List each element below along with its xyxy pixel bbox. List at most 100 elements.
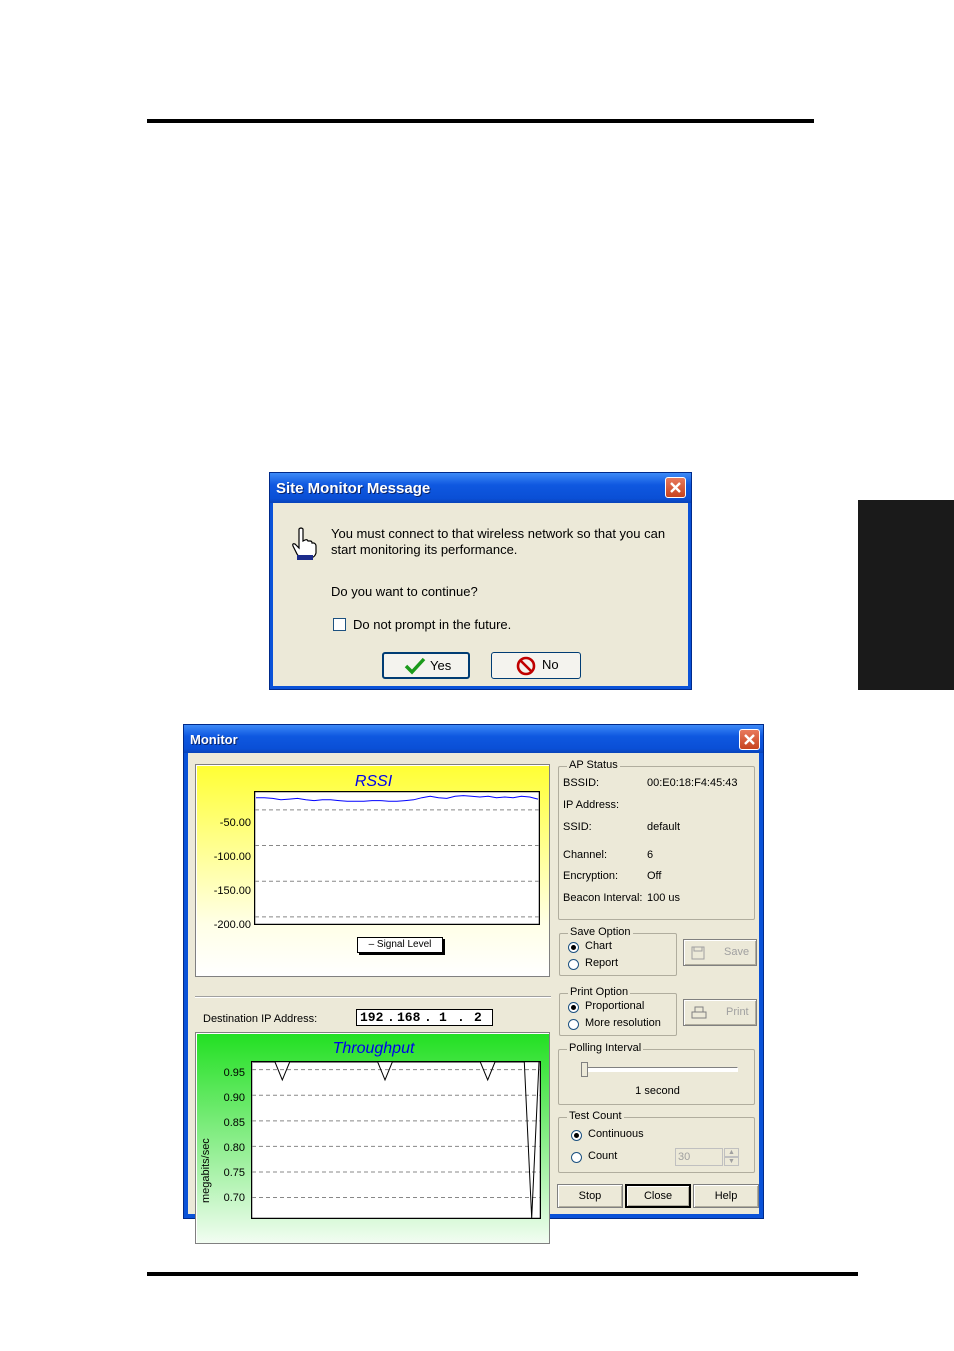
throughput-tick-label: 0.85 (223, 1117, 245, 1129)
save-button-label: Save (724, 946, 750, 958)
do-not-prompt-checkbox[interactable] (333, 618, 346, 631)
message-line-1: You must connect to that wireless networ… (331, 526, 666, 541)
rssi-chart-panel: RSSI -50.00 -100.00 -150.00 -200.00 – Si… (195, 764, 550, 977)
ip-octet-1: 192 (360, 1010, 384, 1025)
divider (195, 996, 551, 998)
monitor-title: Monitor (190, 732, 238, 747)
checkmark-icon (404, 657, 426, 675)
do-not-prompt-label[interactable]: Do not prompt in the future. (353, 617, 511, 632)
beacon-interval-value: 100 us (647, 892, 681, 904)
rssi-title: RSSI (354, 773, 393, 790)
print-button[interactable]: Print (683, 999, 757, 1026)
close-button[interactable]: Close (625, 1184, 691, 1208)
throughput-tick-label: 0.70 (223, 1192, 245, 1204)
ip-octet-2: 168 (397, 1010, 421, 1025)
throughput-plot-area (251, 1061, 541, 1219)
throughput-title: Throughput (332, 1040, 415, 1057)
monitor-titlebar: Monitor (184, 725, 763, 753)
throughput-tick-label: 0.80 (223, 1142, 245, 1154)
count-spin-down-icon[interactable]: ▼ (724, 1157, 739, 1166)
print-proportional-label[interactable]: Proportional (585, 1000, 644, 1012)
count-radio[interactable] (571, 1152, 582, 1163)
test-count-label: Test Count (567, 1110, 624, 1122)
encryption-value: Off (647, 870, 662, 882)
ssid-value: default (647, 821, 681, 833)
save-chart-label[interactable]: Chart (585, 940, 612, 952)
monitor-window: Monitor RSSI -50.00 -100.00 -150.00 -200… (183, 724, 764, 1244)
monitor-close-icon-button[interactable] (739, 729, 760, 750)
close-icon (744, 734, 755, 745)
ip-octet-3: 1 (439, 1010, 447, 1025)
dialog-titlebar: Site Monitor Message (270, 473, 691, 503)
polling-slider-track[interactable] (582, 1067, 738, 1072)
chapter-side-tab (858, 500, 954, 690)
ip-octet-4: 2 (474, 1010, 482, 1025)
site-monitor-message-dialog: Site Monitor Message You must connect to… (269, 472, 692, 690)
message-line-2: start monitoring its performance. (331, 542, 518, 557)
polling-slider-thumb[interactable] (581, 1062, 588, 1077)
no-label: No (542, 657, 559, 672)
continuous-radio[interactable] (571, 1130, 582, 1141)
count-input[interactable]: 30 (675, 1148, 723, 1166)
encryption-label: Encryption: (563, 870, 619, 882)
stop-button[interactable]: Stop (557, 1184, 623, 1208)
print-proportional-radio[interactable] (568, 1002, 579, 1013)
yes-label: Yes (430, 658, 452, 673)
save-option-group: Save Option Chart Report (559, 926, 677, 976)
polling-interval-value: 1 second (635, 1085, 680, 1097)
printer-icon (691, 1006, 707, 1019)
save-chart-radio[interactable] (568, 942, 579, 953)
rssi-tick-label: -200.00 (213, 919, 251, 931)
dialog-close-button[interactable] (665, 477, 686, 498)
top-rule (147, 119, 814, 123)
monitor-body: RSSI -50.00 -100.00 -150.00 -200.00 – Si… (188, 753, 759, 1244)
throughput-chart-panel: Throughput megabits/sec 0.95 0.90 0.85 0… (195, 1032, 550, 1244)
channel-label: Channel: (563, 849, 608, 861)
yes-button[interactable]: Yes (382, 652, 470, 679)
rssi-tick-label: -100.00 (213, 851, 251, 863)
continue-question: Do you want to continue? (331, 584, 478, 599)
print-option-label: Print Option (568, 986, 631, 998)
polling-interval-group: Polling Interval 1 second (558, 1042, 755, 1105)
destination-ip-label: Destination IP Address: (203, 1013, 318, 1025)
count-spin-up-icon[interactable]: ▲ (724, 1148, 739, 1157)
rssi-tick-label: -150.00 (213, 885, 251, 897)
throughput-tick-label: 0.75 (223, 1167, 245, 1179)
rssi-plot-area (254, 791, 540, 925)
close-icon (670, 482, 681, 493)
destination-ip-field[interactable]: 192 . 168 . 1 . 2 (356, 1009, 493, 1026)
help-button[interactable]: Help (693, 1184, 759, 1208)
plot-frame (254, 791, 540, 925)
rssi-tick-label: -50.00 (219, 817, 251, 829)
floppy-disk-icon (691, 946, 705, 960)
throughput-tick-label: 0.90 (223, 1092, 245, 1104)
no-entry-icon (516, 656, 536, 676)
continuous-label[interactable]: Continuous (588, 1128, 644, 1140)
dialog-body: You must connect to that wireless networ… (273, 503, 688, 686)
rssi-legend: – Signal Level (357, 937, 443, 953)
no-button[interactable]: No (491, 652, 581, 679)
throughput-ylabel: megabits/sec (200, 1138, 212, 1203)
bottom-rule (147, 1272, 858, 1276)
bssid-value: 00:E0:18:F4:45:43 (647, 777, 738, 789)
dialog-title: Site Monitor Message (276, 480, 431, 497)
ap-status-label: AP Status (567, 759, 620, 771)
count-label[interactable]: Count (588, 1150, 617, 1162)
print-button-label: Print (726, 1006, 749, 1018)
beacon-interval-label: Beacon Interval: (563, 892, 643, 904)
throughput-tick-label: 0.95 (223, 1067, 245, 1079)
print-option-group: Print Option Proportional More resolutio… (559, 986, 677, 1036)
plot-frame (251, 1061, 541, 1219)
channel-value: 6 (647, 849, 654, 861)
ap-status-group: AP Status BSSID: 00:E0:18:F4:45:43 IP Ad… (558, 759, 755, 920)
save-report-radio[interactable] (568, 959, 579, 970)
save-button[interactable]: Save (683, 939, 757, 966)
save-report-label[interactable]: Report (585, 957, 618, 969)
save-option-label: Save Option (568, 926, 633, 938)
bssid-label: BSSID: (563, 777, 600, 789)
hand-pointer-icon (292, 527, 317, 560)
ip-address-label: IP Address: (563, 799, 620, 811)
ssid-label: SSID: (563, 821, 592, 833)
print-more-resolution-label[interactable]: More resolution (585, 1017, 661, 1029)
print-more-resolution-radio[interactable] (568, 1019, 579, 1030)
